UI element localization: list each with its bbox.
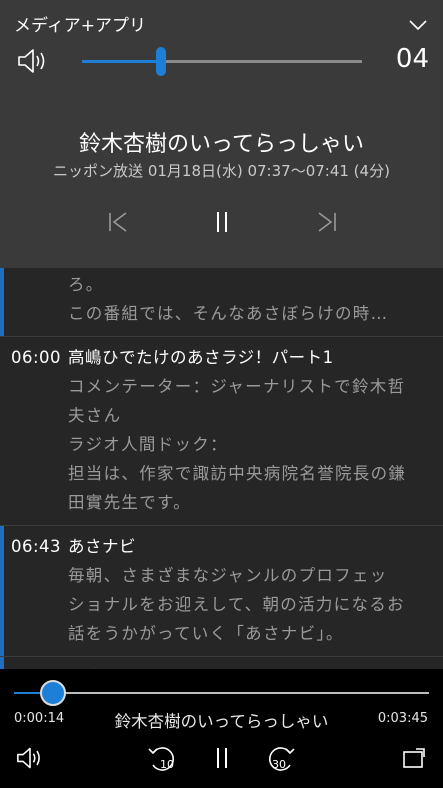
- program-item[interactable]: ろ。この番組では、そんなあさぼらけの時…: [0, 268, 443, 337]
- media-flyout: メディア+アプリ 04 鈴木杏樹のいってらっしゃい ニッポン放送 01月18日(…: [0, 0, 443, 268]
- program-title: 高嶋ひでたけのあさラジ！パート1: [68, 348, 334, 367]
- program-time: 06:43: [11, 537, 62, 556]
- skip-back-10-icon[interactable]: 10: [145, 741, 179, 775]
- program-description-line: 担当は、作家で諏訪中央病院名誉院長の鎌: [68, 464, 407, 483]
- now-playing-subtitle: ニッポン放送 01月18日(水) 07:37〜07:41 (4分): [53, 162, 390, 180]
- program-description-line: 話をうかがっていく「あさナビ」。: [68, 624, 344, 643]
- program-description-line: 田實先生です。: [68, 493, 191, 512]
- program-description-line: この番組では、そんなあさぼらけの時…: [68, 304, 389, 323]
- volume-slider-fill: [82, 60, 162, 63]
- program-item[interactable]: 06:50高嶋ひでたけのあさラジ！パート2: [0, 657, 443, 669]
- program-header: 06:00 高嶋ひでたけのあさラジ！パート1: [0, 337, 443, 372]
- seek-bar[interactable]: [14, 680, 429, 706]
- volume-slider[interactable]: [82, 47, 362, 76]
- program-description-line: ショナルをお迎えして、朝の活力になるお: [68, 595, 405, 614]
- speaker-icon[interactable]: [16, 46, 50, 76]
- program-description-line: ラジオ人間ドック：: [68, 435, 228, 454]
- skip-forward-30-icon[interactable]: 30: [264, 741, 298, 775]
- pause-icon[interactable]: [207, 207, 237, 237]
- next-track-icon[interactable]: [311, 207, 341, 237]
- previous-track-icon[interactable]: [104, 207, 134, 237]
- program-accent-bar: [0, 657, 4, 669]
- volume-slider-thumb[interactable]: [156, 47, 167, 76]
- program-accent-bar: [0, 268, 4, 336]
- program-item[interactable]: 06:43 あさナビ毎朝、さまざまなジャンルのプロフェッ ショナルをお迎えして、朝の…: [0, 526, 443, 657]
- program-accent-bar: [0, 526, 4, 656]
- volume-value: 04: [395, 44, 429, 74]
- program-time: 06:00: [11, 348, 62, 367]
- program-header: 06:50高嶋ひでたけのあさラジ！パート2: [0, 657, 443, 669]
- program-description-line: ろ。: [68, 275, 104, 294]
- total-time: 0:03:45: [377, 711, 428, 726]
- skip-forward-label: 30: [272, 758, 286, 771]
- program-description-line: 毎朝、さまざまなジャンルのプロフェッ: [68, 566, 388, 585]
- skip-back-label: 10: [160, 758, 174, 771]
- flyout-title: メディア+アプリ: [14, 16, 147, 36]
- program-title: あさナビ: [68, 537, 136, 556]
- program-item[interactable]: 06:00 高嶋ひでたけのあさラジ！パート1 コメンテーター：ジャーナリストで鈴木哲…: [0, 337, 443, 526]
- now-playing-title: 鈴木杏樹のいってらっしゃい: [79, 132, 364, 157]
- program-description-line: コメンテーター：ジャーナリストで鈴木哲: [68, 377, 406, 396]
- program-header: 06:43 あさナビ: [0, 526, 443, 561]
- pause-icon[interactable]: [205, 741, 239, 775]
- chevron-down-icon[interactable]: [407, 14, 429, 36]
- player-title: 鈴木杏樹のいってらっしゃい: [114, 712, 329, 731]
- seek-bar-thumb[interactable]: [39, 680, 66, 706]
- speaker-icon[interactable]: [13, 741, 47, 775]
- program-list[interactable]: ろ。この番組では、そんなあさぼらけの時… 06:00 高嶋ひでたけのあさラジ！パート…: [0, 268, 443, 669]
- program-description-line: 夫さん: [68, 406, 122, 425]
- player-bar: 0:00:14 鈴木杏樹のいってらっしゃい 0:03:45 10 30: [0, 669, 443, 788]
- mini-player-icon[interactable]: [397, 741, 431, 775]
